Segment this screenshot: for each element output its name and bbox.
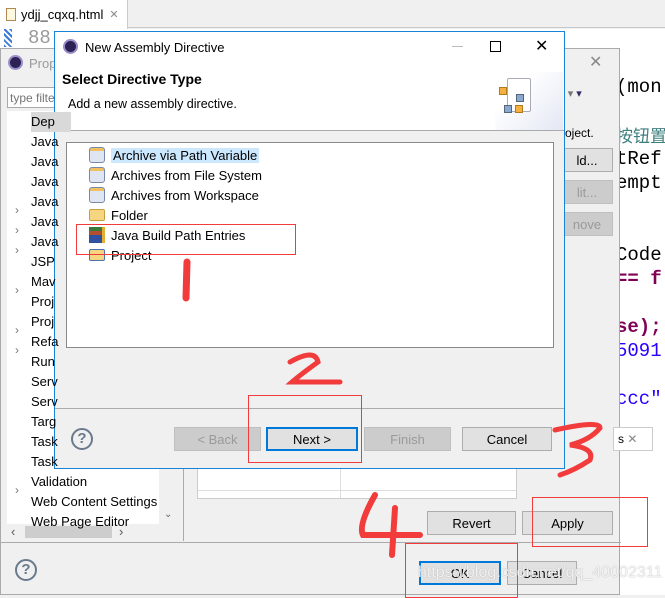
tree-item[interactable]: Mav — [31, 272, 56, 292]
step-2-mark — [285, 352, 343, 385]
watermark: https://blog.csdn.net/qq_40002311 — [418, 564, 663, 581]
tree-item[interactable]: Serv — [31, 372, 58, 392]
tree-item[interactable]: Java — [31, 152, 58, 172]
tree-item[interactable]: Targ — [31, 412, 56, 432]
tree-item[interactable]: Proj — [31, 312, 54, 332]
tree-item[interactable]: Run — [31, 352, 55, 372]
tree-item[interactable]: Proj — [31, 292, 54, 312]
tree-item[interactable]: Validation — [31, 472, 87, 492]
tree-item[interactable]: Java — [31, 132, 58, 152]
tree-item[interactable]: Java — [31, 172, 58, 192]
tree-item[interactable]: Task — [31, 432, 58, 452]
tree-item[interactable]: JSP — [31, 252, 55, 272]
tree-item[interactable]: Web Content Settings — [31, 492, 157, 512]
step-3-mark — [552, 422, 603, 478]
tree-item[interactable]: Java — [31, 212, 58, 232]
tree-item[interactable]: Java — [31, 192, 58, 212]
tree-item[interactable]: Task — [31, 452, 58, 472]
step-1-mark — [182, 258, 191, 302]
tree-item[interactable]: Refa — [31, 332, 58, 352]
step-4-mark — [358, 492, 423, 558]
tree-item[interactable]: Web Page Editor — [31, 512, 129, 532]
tree-item[interactable]: Dep — [31, 112, 71, 132]
tree-item[interactable]: Serv — [31, 392, 58, 412]
tree-item[interactable]: Java — [31, 232, 58, 252]
